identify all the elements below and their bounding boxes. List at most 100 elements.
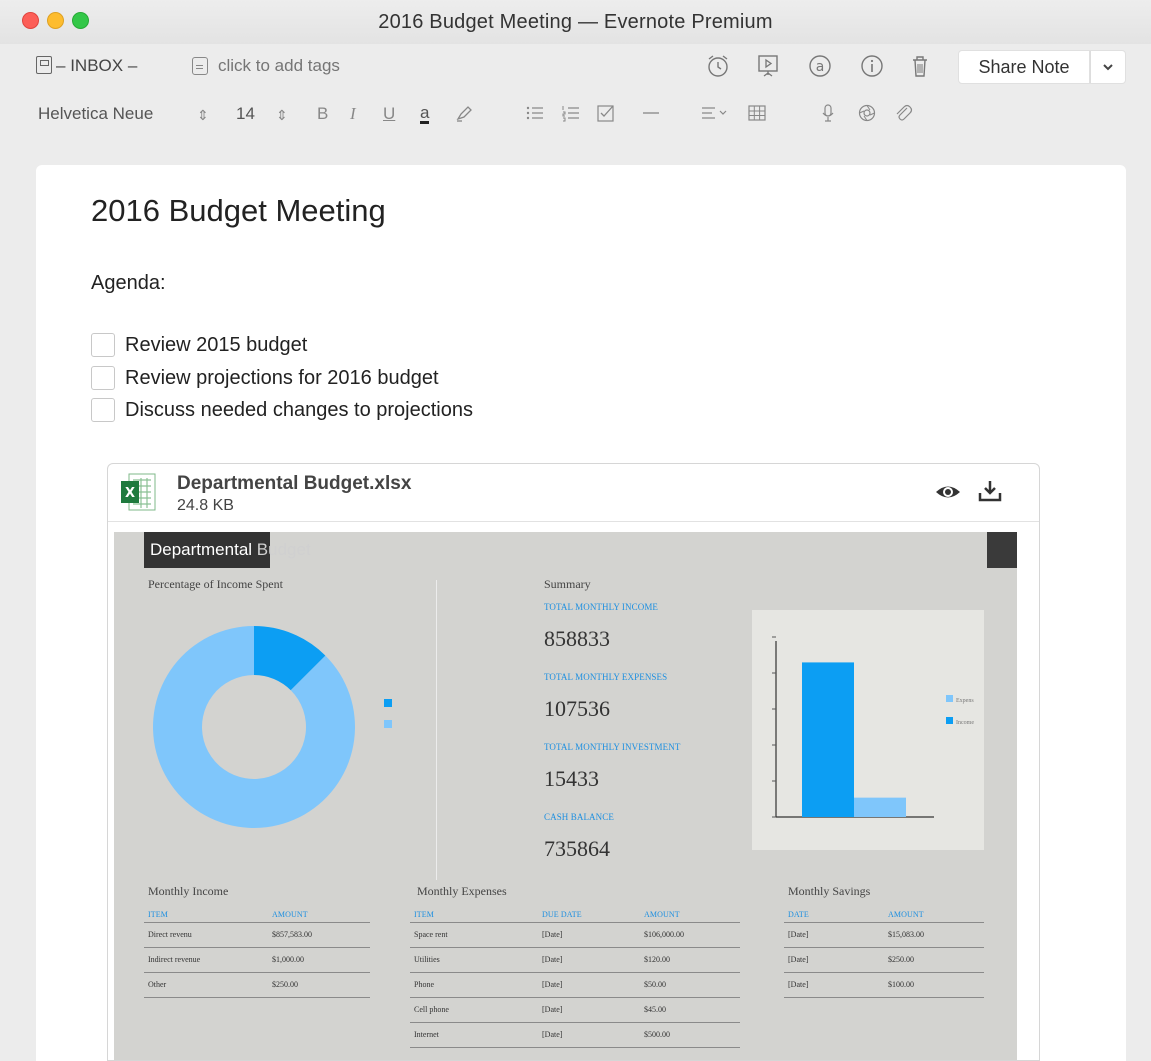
format-bar: Helvetica Neue ⇕ 14 ⇕ B I U a bbox=[0, 94, 1151, 138]
note-title[interactable]: 2016 Budget Meeting bbox=[91, 193, 386, 229]
trash-icon[interactable] bbox=[904, 52, 936, 80]
table-header-rule bbox=[784, 922, 984, 923]
monthly-expenses-heading: Monthly Expenses bbox=[417, 884, 507, 898]
table-cell: $1,000.00 bbox=[272, 955, 304, 964]
todo-checkbox[interactable] bbox=[91, 398, 115, 422]
table-cell: Phone bbox=[414, 980, 434, 989]
bold-button[interactable]: B bbox=[317, 104, 328, 124]
tags-input[interactable] bbox=[218, 56, 418, 76]
table-cell: $106,000.00 bbox=[644, 930, 684, 939]
table-cell: Internet bbox=[414, 1030, 439, 1039]
reminder-icon[interactable] bbox=[702, 52, 734, 80]
sheet-corner-block bbox=[987, 532, 1017, 568]
table-row-rule bbox=[410, 997, 740, 998]
table-row-rule bbox=[784, 997, 984, 998]
table-cell: Cell phone bbox=[414, 1005, 449, 1014]
notebook-icon bbox=[36, 56, 52, 74]
info-icon[interactable] bbox=[856, 52, 888, 80]
attachment-card[interactable]: X Departmental Budget.xlsx 24.8 KB Depar… bbox=[107, 463, 1040, 1061]
table-cell: Utilities bbox=[414, 955, 440, 964]
table-cell: [Date] bbox=[542, 955, 563, 964]
bar-chart-panel: Expens Income bbox=[752, 610, 984, 850]
investment-label: TOTAL MONTHLY INVESTMENT bbox=[544, 742, 681, 752]
table-column-header: AMOUNT bbox=[272, 910, 308, 919]
share-options-dropdown[interactable] bbox=[1090, 50, 1126, 84]
table-cell: [Date] bbox=[788, 955, 809, 964]
notebook-dash-2: – bbox=[127, 56, 138, 75]
alignment-icon[interactable] bbox=[700, 102, 736, 129]
table-icon[interactable] bbox=[746, 102, 768, 129]
table-cell: $45.00 bbox=[644, 1005, 666, 1014]
italic-button[interactable]: I bbox=[350, 104, 356, 124]
svg-text:a: a bbox=[816, 59, 825, 75]
at-mention-icon[interactable]: a bbox=[804, 52, 836, 80]
income-value: 858833 bbox=[544, 626, 610, 651]
notebook-selector[interactable]: – INBOX – bbox=[56, 56, 137, 76]
donut-slice bbox=[152, 626, 355, 828]
todo-item: Review 2015 budget bbox=[91, 332, 307, 358]
table-cell: [Date] bbox=[542, 1005, 563, 1014]
table-cell: $15,083.00 bbox=[888, 930, 924, 939]
table-row-rule bbox=[784, 972, 984, 973]
expenses-value: 107536 bbox=[544, 696, 610, 721]
underline-button[interactable]: U bbox=[383, 104, 395, 124]
attachment-file-name[interactable]: Departmental Budget.xlsx bbox=[177, 473, 411, 495]
table-header-rule bbox=[410, 922, 740, 923]
window-title: 2016 Budget Meeting — Evernote Premium bbox=[378, 11, 773, 33]
checkbox-icon[interactable] bbox=[595, 102, 617, 129]
sheet-title: Departmental Budget bbox=[144, 532, 311, 568]
donut-legend-swatch-light bbox=[384, 720, 392, 728]
camera-icon[interactable] bbox=[856, 102, 878, 129]
table-row-rule bbox=[410, 1047, 740, 1048]
numbered-list-icon[interactable] bbox=[560, 102, 582, 129]
attachment-icon[interactable] bbox=[892, 102, 914, 129]
todo-item: Discuss needed changes to projections bbox=[91, 397, 473, 423]
table-column-header: ITEM bbox=[148, 910, 168, 919]
presentation-icon[interactable] bbox=[752, 52, 784, 80]
bullet-list-icon[interactable] bbox=[524, 102, 546, 129]
table-column-header: DATE bbox=[788, 910, 809, 919]
microphone-icon[interactable] bbox=[817, 102, 839, 129]
table-cell: Direct revenu bbox=[148, 930, 192, 939]
tag-icon bbox=[192, 57, 208, 75]
table-column-header: DUE DATE bbox=[542, 910, 582, 919]
table-cell: [Date] bbox=[542, 930, 563, 939]
table-column-header: ITEM bbox=[414, 910, 434, 919]
donut-legend-swatch-dark bbox=[384, 699, 392, 707]
todo-checkbox[interactable] bbox=[91, 333, 115, 357]
note-editor[interactable]: 2016 Budget Meeting Agenda: Review 2015 … bbox=[36, 165, 1126, 1061]
table-cell: Indirect revenue bbox=[148, 955, 201, 964]
cash-balance-value: 735864 bbox=[544, 836, 610, 861]
font-family-stepper-icon[interactable]: ⇕ bbox=[197, 107, 209, 124]
text-color-button[interactable]: a bbox=[420, 104, 430, 124]
bar-legend-label: Income bbox=[956, 720, 974, 726]
donut-chart bbox=[152, 626, 355, 828]
excel-file-icon: X bbox=[121, 473, 156, 511]
share-note-button[interactable]: Share Note bbox=[958, 50, 1090, 84]
eye-icon[interactable] bbox=[934, 480, 962, 504]
font-size-select[interactable]: 14 bbox=[236, 104, 255, 124]
summary-label: Summary bbox=[544, 577, 591, 591]
table-cell: Other bbox=[148, 980, 167, 989]
table-header-rule bbox=[144, 922, 370, 923]
table-cell: $857,583.00 bbox=[272, 930, 312, 939]
table-cell: $250.00 bbox=[272, 980, 298, 989]
font-family-select[interactable]: Helvetica Neue bbox=[38, 104, 153, 124]
table-cell: $50.00 bbox=[644, 980, 666, 989]
font-size-stepper-icon[interactable]: ⇕ bbox=[276, 107, 288, 124]
table-row-rule bbox=[784, 947, 984, 948]
sheet-title-b: Budget bbox=[256, 540, 311, 559]
agenda-label: Agenda: bbox=[91, 272, 166, 294]
table-row-rule bbox=[410, 972, 740, 973]
income-label: TOTAL MONTHLY INCOME bbox=[544, 602, 659, 612]
attachment-file-size: 24.8 KB bbox=[177, 497, 234, 514]
table-row-rule bbox=[144, 947, 370, 948]
highlight-icon[interactable] bbox=[453, 102, 475, 129]
bar-legend-swatch bbox=[946, 717, 953, 724]
todo-checkbox[interactable] bbox=[91, 366, 115, 390]
spreadsheet-preview[interactable]: Departmental Budget Percentage of Income… bbox=[114, 532, 1017, 1060]
table-column-header: AMOUNT bbox=[644, 910, 680, 919]
download-icon[interactable] bbox=[976, 478, 1004, 504]
horizontal-rule-icon[interactable] bbox=[640, 102, 662, 129]
title-bar: 2016 Budget Meeting — Evernote Premium bbox=[0, 0, 1151, 44]
